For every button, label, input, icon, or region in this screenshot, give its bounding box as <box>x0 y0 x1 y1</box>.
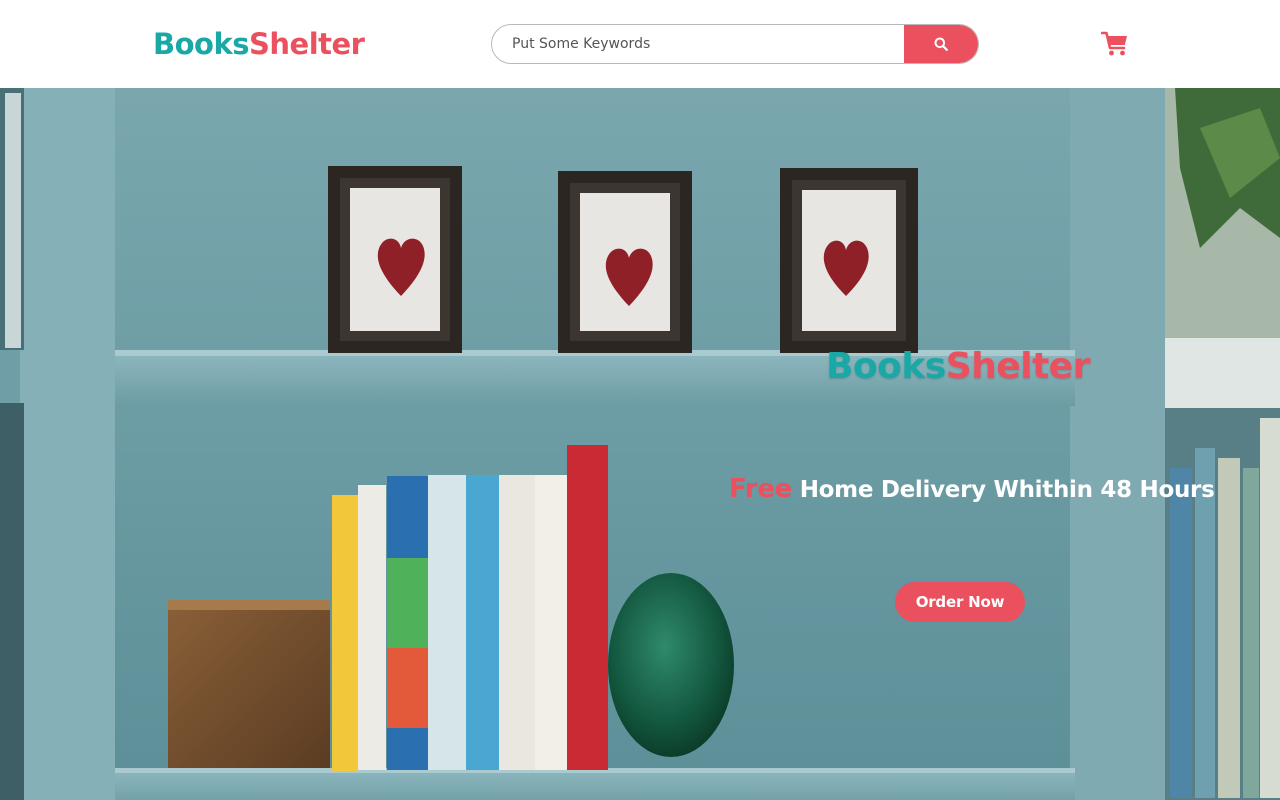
site-logo[interactable]: BooksShelter <box>153 24 365 64</box>
logo-part-shelter: Shelter <box>249 27 365 61</box>
hero-brand-title: BooksShelter <box>826 345 1090 389</box>
hero-banner: BooksShelter Free Home Delivery Whithin … <box>0 88 1280 800</box>
cart-button[interactable] <box>1100 30 1130 58</box>
search-button[interactable] <box>904 25 978 63</box>
site-header: BooksShelter <box>0 0 1280 88</box>
hero-brand-part-books: Books <box>826 346 946 387</box>
tagline-text: Home Delivery Whithin 48 Hours <box>792 477 1215 503</box>
search-icon <box>934 37 948 51</box>
bookshelf-photo <box>0 88 1280 800</box>
cart-icon <box>1101 31 1127 56</box>
order-now-button[interactable]: Order Now <box>895 582 1025 622</box>
hero-brand-part-shelter: Shelter <box>945 346 1091 387</box>
tagline-highlight: Free <box>729 474 792 504</box>
search-bar <box>491 24 979 64</box>
logo-part-books: Books <box>153 27 250 61</box>
search-input[interactable] <box>492 25 906 63</box>
hero-tagline: Free Home Delivery Whithin 48 Hours <box>729 473 1215 506</box>
